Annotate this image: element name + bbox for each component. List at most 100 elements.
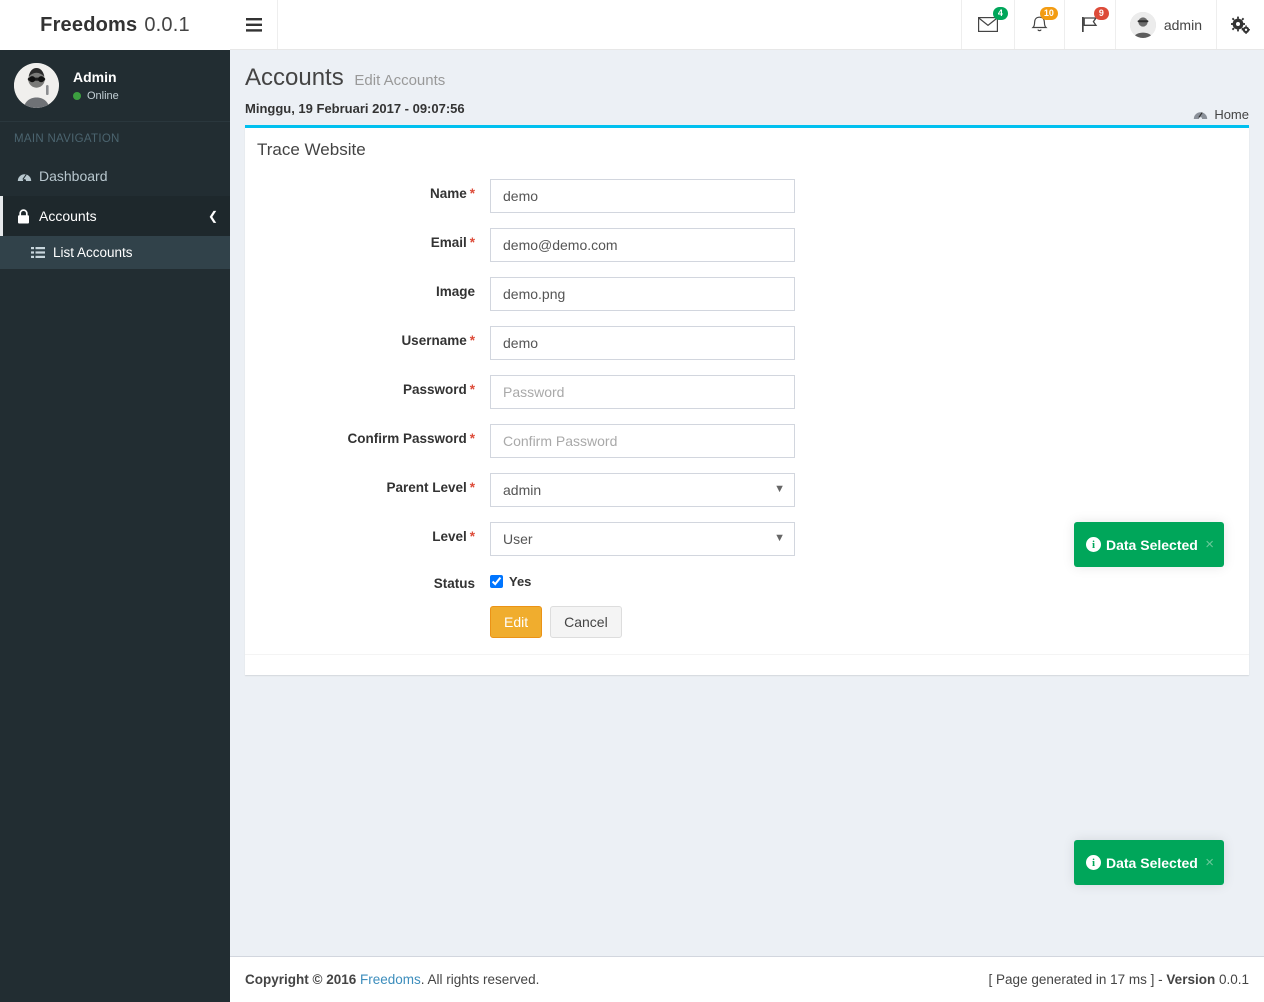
dashboard-icon	[17, 170, 39, 183]
notifications-badge: 10	[1039, 7, 1058, 20]
toast-message: Data Selected	[1106, 536, 1198, 553]
content-header: Accounts Edit Accounts Minggu, 19 Februa…	[230, 50, 1264, 123]
required-marker: *	[469, 529, 475, 544]
sidebar-user-panel[interactable]: Admin Online	[0, 50, 230, 122]
avatar	[1129, 11, 1156, 38]
settings-toggle-button[interactable]	[1216, 0, 1264, 49]
confirm-password-field[interactable]	[490, 424, 795, 458]
account-edit-form: Name* Email*	[245, 171, 1249, 654]
chevron-left-icon: ❮	[207, 209, 218, 223]
label-status-text: Status	[433, 576, 475, 591]
sidebar-nav-header: MAIN NAVIGATION	[14, 133, 120, 145]
password-field[interactable]	[490, 375, 795, 409]
form-group-status: Status Yes	[255, 571, 1239, 591]
info-icon: i	[1086, 537, 1101, 552]
label-name: Name *	[255, 179, 490, 201]
sidebar-item-accounts-label: Accounts	[39, 208, 97, 224]
content-wrapper: Accounts Edit Accounts Minggu, 19 Februa…	[230, 50, 1264, 1002]
logo-brand: Freedoms	[40, 13, 138, 36]
sidebar-user-name: Admin	[73, 69, 117, 85]
page-wrapper: Admin Online MAIN NAVIGATION Dashboard A…	[0, 50, 1264, 1002]
close-icon[interactable]: ×	[1205, 536, 1214, 553]
username-field[interactable]	[490, 326, 795, 360]
trace-website-box: Trace Website Name * demo Email * demo@d…	[245, 125, 1249, 675]
footer-version-label: Version	[1166, 972, 1216, 987]
sidebar-user-status: Online	[73, 90, 119, 102]
sidebar-item-dashboard[interactable]: Dashboard	[0, 156, 230, 196]
status-checkbox-label[interactable]: Yes	[509, 574, 531, 589]
form-group-password: Password *	[255, 375, 1239, 409]
sidebar-user-status-label: Online	[87, 90, 119, 102]
form-group-confirm-password: Confirm Password *	[255, 424, 1239, 458]
footer-generated-text: [ Page generated in 17 ms ] -	[988, 972, 1163, 987]
status-checkbox[interactable]	[490, 575, 503, 588]
label-status: Status	[255, 571, 490, 591]
edit-button[interactable]: Edit	[490, 606, 543, 638]
label-level: Level *	[255, 522, 490, 544]
lock-icon	[17, 208, 39, 224]
label-confirm-password: Confirm Password *	[255, 424, 490, 446]
hamburger-icon	[245, 17, 262, 32]
box-header: Trace Website	[245, 128, 1249, 171]
form-group-name: Name *	[255, 179, 1239, 213]
footer-copyright-suffix: . All rights reserved.	[420, 972, 540, 987]
form-actions: Edit Cancel	[255, 602, 1239, 638]
sidebar-item-dashboard-label: Dashboard	[39, 168, 108, 184]
level-select[interactable]: User	[490, 522, 795, 556]
required-marker: *	[469, 382, 475, 397]
required-marker: *	[469, 235, 475, 250]
label-confirm-password-text: Confirm Password	[347, 431, 467, 446]
page-subtitle: Edit Accounts	[354, 72, 446, 89]
sidebar-toggle-button[interactable]	[230, 0, 278, 49]
footer-version-info: [ Page generated in 17 ms ] - Version 0.…	[989, 972, 1249, 987]
label-email: Email *	[255, 228, 490, 250]
cancel-button[interactable]: Cancel	[550, 606, 622, 638]
list-icon	[31, 247, 53, 258]
info-icon: i	[1086, 855, 1101, 870]
footer-version-value: 0.0.1	[1218, 972, 1249, 987]
online-dot-icon	[73, 92, 81, 100]
required-marker: *	[469, 431, 475, 446]
close-icon[interactable]: ×	[1205, 854, 1214, 871]
toast-data-selected-1[interactable]: i Data Selected ×	[1074, 522, 1224, 567]
footer-copyright-prefix: Copyright © 2016	[245, 972, 357, 987]
sidebar-item-accounts[interactable]: Accounts ❮	[0, 196, 230, 236]
name-field[interactable]	[490, 179, 795, 213]
label-name-text: Name	[429, 186, 467, 201]
app-logo[interactable]: Freedoms 0.0.1	[0, 0, 230, 50]
label-username-text: Username	[401, 333, 467, 348]
top-navbar: 4 10 9 admin	[230, 0, 1264, 50]
sidebar-item-list-accounts-label: List Accounts	[53, 245, 133, 260]
label-password: Password *	[255, 375, 490, 397]
parent-level-select[interactable]: admin	[490, 473, 795, 507]
label-level-text: Level	[432, 529, 467, 544]
page-title: Accounts Edit Accounts	[245, 65, 1249, 94]
main-content: Trace Website Name * demo Email * demo@d…	[230, 120, 1264, 956]
required-marker: *	[469, 333, 475, 348]
notifications-menu-button[interactable]: 10	[1013, 0, 1064, 49]
main-header: Freedoms 0.0.1 4 10 9 admin	[0, 0, 1264, 50]
user-menu-button[interactable]: admin	[1114, 0, 1216, 49]
sidebar-submenu-accounts: List Accounts	[0, 236, 230, 269]
logo-version: 0.0.1	[144, 13, 190, 36]
sidebar-avatar	[14, 63, 59, 108]
label-image: Image	[255, 277, 490, 299]
email-field[interactable]	[490, 228, 795, 262]
gears-icon	[1231, 16, 1250, 34]
page-title-text: Accounts	[245, 64, 344, 91]
tasks-menu-button[interactable]: 9	[1063, 0, 1115, 49]
form-group-username: Username *	[255, 326, 1239, 360]
box-footer	[245, 654, 1249, 675]
envelope-icon	[977, 17, 998, 32]
toast-message: Data Selected	[1106, 854, 1198, 871]
page-date: Minggu, 19 Februari 2017 - 09:07:56	[245, 101, 465, 116]
label-password-text: Password	[402, 382, 467, 397]
sidebar-item-list-accounts[interactable]: List Accounts	[0, 236, 230, 269]
messages-menu-button[interactable]: 4	[960, 0, 1014, 49]
box-title: Trace Website	[257, 140, 366, 159]
label-image-text: Image	[435, 284, 475, 299]
image-field[interactable]	[490, 277, 795, 311]
label-parent-level-text: Parent Level	[386, 480, 467, 495]
toast-data-selected-2[interactable]: i Data Selected ×	[1074, 840, 1224, 885]
footer-brand-link[interactable]: Freedoms	[360, 972, 421, 987]
